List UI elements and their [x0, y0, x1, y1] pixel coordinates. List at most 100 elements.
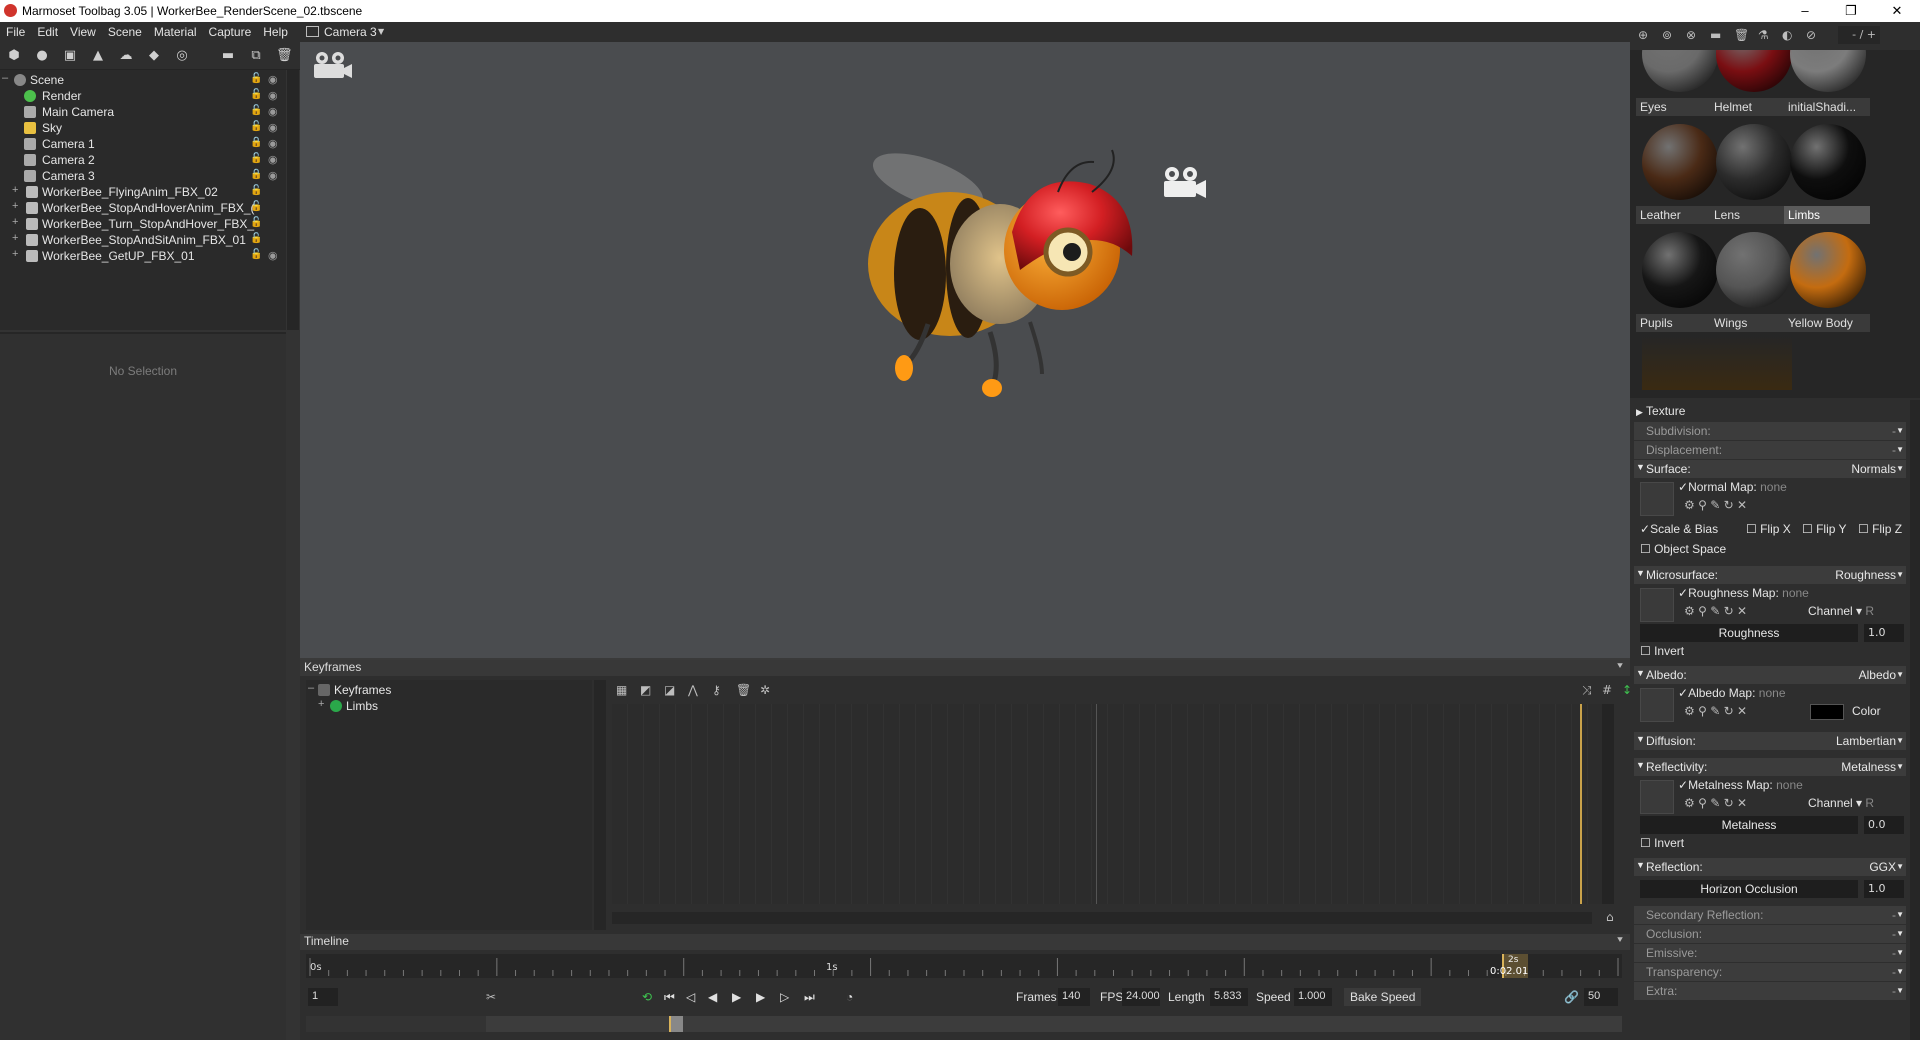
minimize-button[interactable]: – [1782, 0, 1828, 22]
add-fog-icon[interactable]: ☁ [118, 48, 134, 64]
metalness-slider[interactable]: Metalness [1640, 816, 1858, 834]
normal-map-thumbnail[interactable] [1640, 482, 1674, 516]
chevron-down-icon[interactable]: ▼ [1896, 862, 1904, 871]
expand-arrow-icon[interactable]: ▼ [1636, 734, 1645, 744]
scene-item-sky[interactable]: Sky 🔓 ◉ [0, 120, 286, 136]
duplicate-material-icon[interactable]: ⊚ [1662, 28, 1672, 42]
reflection-section[interactable]: ▼ Reflection: GGX ▼ [1634, 858, 1906, 876]
lock-icon[interactable]: 🔓 [250, 249, 262, 260]
skip-start-icon[interactable]: ⏮ [664, 990, 675, 1005]
play-icon[interactable]: ▶ [732, 990, 741, 1004]
scene-camera-icon[interactable] [1164, 167, 1206, 198]
scene-item-main-camera[interactable]: Main Camera 🔓 ◉ [0, 104, 286, 120]
lock-icon[interactable]: 🔒 [250, 169, 262, 180]
expand-arrow-icon[interactable]: ▼ [1636, 860, 1645, 870]
menu-scene[interactable]: Scene [102, 22, 148, 39]
fps-field[interactable]: 24.000 [1122, 988, 1160, 1006]
chevron-down-icon[interactable]: ▼ [1896, 570, 1904, 579]
length-field[interactable]: 5.833 [1210, 988, 1248, 1006]
delete-key-icon[interactable]: 🗑 [736, 683, 751, 697]
visibility-eye-icon[interactable]: ◉ [268, 249, 278, 262]
metalness-map-thumbnail[interactable] [1640, 780, 1674, 814]
lock-icon[interactable]: 🔓 [250, 201, 262, 212]
displacement-section[interactable]: Displacement: - ▼ [1634, 441, 1906, 459]
albedo-color-swatch[interactable] [1810, 704, 1844, 720]
viewport[interactable] [300, 42, 1630, 658]
clear-material-icon[interactable]: ⊘ [1806, 28, 1816, 42]
menu-file[interactable]: File [0, 22, 31, 39]
roughness-channel-select[interactable]: Channel ▾ R [1808, 604, 1874, 618]
add-light-icon[interactable]: ● [34, 48, 50, 64]
bake-speed-button[interactable]: Bake Speed [1344, 988, 1422, 1006]
next-key-icon[interactable]: ▷ [780, 990, 789, 1004]
chevron-down-icon[interactable]: ▼ [1896, 464, 1904, 473]
viewport-camera-label[interactable]: Camera 3 [324, 25, 377, 39]
map-tool-icons[interactable]: ⚙ ⚲ ✎ ↻ ✕ [1684, 796, 1747, 810]
expand-arrow-icon[interactable]: ▼ [1636, 668, 1645, 678]
scissors-icon[interactable]: ✂ [486, 990, 496, 1004]
extra-section[interactable]: Extra: - ▼ [1634, 982, 1906, 1000]
menu-material[interactable]: Material [148, 22, 203, 39]
merge-material-icon[interactable]: ⊗ [1686, 28, 1696, 42]
home-icon[interactable]: ⌂ [1606, 910, 1614, 924]
menu-help[interactable]: Help [257, 22, 294, 39]
metalness-value-field[interactable]: 0.0 [1864, 816, 1904, 834]
key-icon[interactable]: ⚷ [712, 683, 721, 697]
prev-key-icon[interactable]: ◁ [686, 990, 695, 1004]
chevron-down-icon[interactable]: ▼ [1896, 929, 1904, 938]
visibility-eye-icon[interactable]: ◉ [268, 169, 278, 182]
horizon-occlusion-slider[interactable]: Horizon Occlusion [1640, 880, 1858, 898]
texture-section[interactable]: ▶ Texture [1636, 404, 1685, 418]
grid-snap-icon[interactable]: # [1602, 683, 1612, 697]
material-initialshadi[interactable]: initialShadi... [1784, 50, 1870, 120]
chevron-down-icon[interactable]: ▼ [1896, 736, 1904, 745]
lock-icon[interactable]: 🔒 [250, 137, 262, 148]
map-tool-icons[interactable]: ⚙ ⚲ ✎ ↻ ✕ [1684, 498, 1747, 512]
material-yellow-body[interactable]: Yellow Body [1784, 228, 1870, 336]
viewport-camera-tab[interactable]: Camera 3 ▼ [300, 22, 1630, 42]
metalness-channel-select[interactable]: Channel ▾ R [1808, 796, 1874, 810]
visibility-eye-icon[interactable]: ◉ [268, 121, 278, 134]
roughness-map-thumbnail[interactable] [1640, 588, 1674, 622]
expand-arrow-icon[interactable]: ▼ [1636, 568, 1645, 578]
expand-arrow-icon[interactable]: ▼ [1636, 760, 1645, 770]
timeline-playhead[interactable]: 2s 0:02.01 [1490, 954, 1528, 978]
scrubber-handle[interactable] [669, 1016, 683, 1032]
linear-curve-icon[interactable]: ◩ [640, 683, 651, 697]
flip-z-checkbox[interactable]: ☐ Flip Z [1858, 522, 1902, 536]
timeline-ruler[interactable]: 0s 1s 2s 0:02.01 [306, 954, 1622, 978]
material-library-scrollbar[interactable] [1910, 50, 1920, 398]
keyframes-graph-scrollbar[interactable] [1602, 704, 1614, 904]
speed-field[interactable]: 1.000 [1294, 988, 1332, 1006]
pick-material-icon[interactable]: ◐ [1782, 28, 1792, 42]
add-sky-icon[interactable]: ◎ [174, 48, 190, 64]
keyframes-tree-scrollbar[interactable] [594, 680, 606, 930]
expander-icon[interactable]: + [12, 216, 18, 228]
expander-icon[interactable]: + [12, 232, 18, 244]
properties-scrollbar[interactable] [1910, 400, 1920, 1040]
step-curve-icon[interactable]: ⋀ [688, 683, 698, 697]
surface-section[interactable]: ▼ Surface: Normals ▼ [1634, 460, 1906, 478]
add-camera-icon[interactable]: ▣ [62, 48, 78, 64]
expander-icon[interactable]: + [318, 698, 324, 710]
shuffle-icon[interactable]: ⤨ [1582, 683, 1592, 698]
lock-icon[interactable]: 🔓 [250, 153, 262, 164]
scene-item-workerbee-flyinganim-fbx-02[interactable]: + WorkerBee_FlyingAnim_FBX_02 🔓 [0, 184, 286, 200]
smooth-curve-icon[interactable]: ◪ [664, 683, 675, 697]
duplicate-icon[interactable]: ⧉ [248, 48, 264, 64]
link-icon[interactable]: 🔗 [1564, 990, 1579, 1004]
chevron-down-icon[interactable]: ▼ [1896, 762, 1904, 771]
lock-icon[interactable]: 🔓 [250, 89, 262, 100]
menu-capture[interactable]: Capture [203, 22, 258, 39]
flip-y-checkbox[interactable]: ☐ Flip Y [1802, 522, 1847, 536]
scene-tree-scrollbar[interactable] [287, 70, 299, 330]
transparency-section[interactable]: Transparency: - ▼ [1634, 963, 1906, 981]
expander-icon[interactable]: + [12, 248, 18, 260]
emissive-section[interactable]: Emissive: - ▼ [1634, 944, 1906, 962]
keyframes-graph[interactable] [612, 704, 1612, 904]
chevron-down-icon[interactable]: ▼ [1896, 670, 1904, 679]
scene-item-scene[interactable]: – Scene 🔓 ◉ [0, 72, 286, 88]
scene-item-workerbee-stopandhoveranim-fbx[interactable]: + WorkerBee_StopAndHoverAnim_FBX_(🔓 [0, 200, 286, 216]
camera-gizmo[interactable] [314, 52, 352, 78]
lock-icon[interactable]: 🔓 [250, 121, 262, 132]
